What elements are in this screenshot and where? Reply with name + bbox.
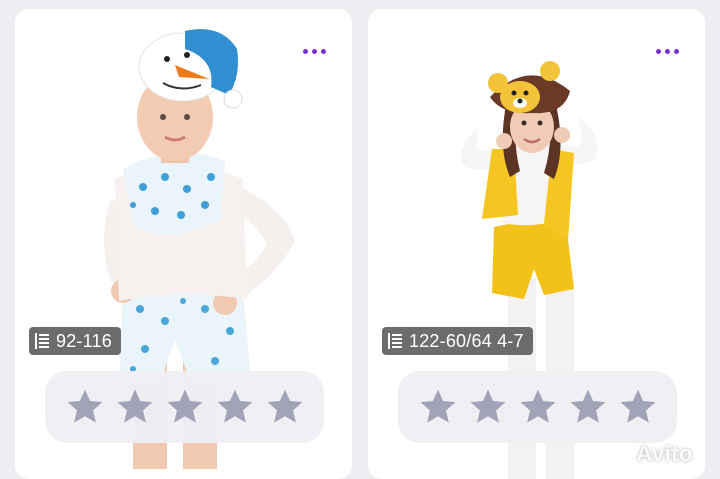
size-label: 122-60/64 4-7	[409, 330, 524, 351]
watermark-text: Avito	[636, 441, 693, 466]
star-icon[interactable]	[517, 386, 559, 428]
size-label: 92-116	[56, 330, 112, 351]
more-options-button[interactable]	[656, 49, 679, 54]
listing-card[interactable]: 122-60/64 4-7 Avito	[368, 9, 705, 479]
more-options-button[interactable]	[303, 49, 326, 54]
star-icon[interactable]	[467, 386, 509, 428]
star-icon[interactable]	[617, 386, 659, 428]
star-icon[interactable]	[64, 386, 106, 428]
avito-logo-icon	[607, 443, 631, 465]
star-icon[interactable]	[164, 386, 206, 428]
list-icon	[35, 333, 49, 349]
star-icon[interactable]	[114, 386, 156, 428]
star-icon[interactable]	[264, 386, 306, 428]
listing-card[interactable]: 92-116	[15, 9, 352, 479]
size-badge: 92-116	[29, 327, 121, 355]
list-icon	[388, 333, 402, 349]
rating-stars[interactable]	[45, 371, 324, 443]
size-badge: 122-60/64 4-7	[382, 327, 533, 355]
more-dots-icon	[656, 49, 661, 54]
rating-stars[interactable]	[398, 371, 677, 443]
avito-watermark: Avito	[606, 441, 693, 467]
more-dots-icon	[303, 49, 308, 54]
star-icon[interactable]	[567, 386, 609, 428]
star-icon[interactable]	[214, 386, 256, 428]
star-icon[interactable]	[417, 386, 459, 428]
